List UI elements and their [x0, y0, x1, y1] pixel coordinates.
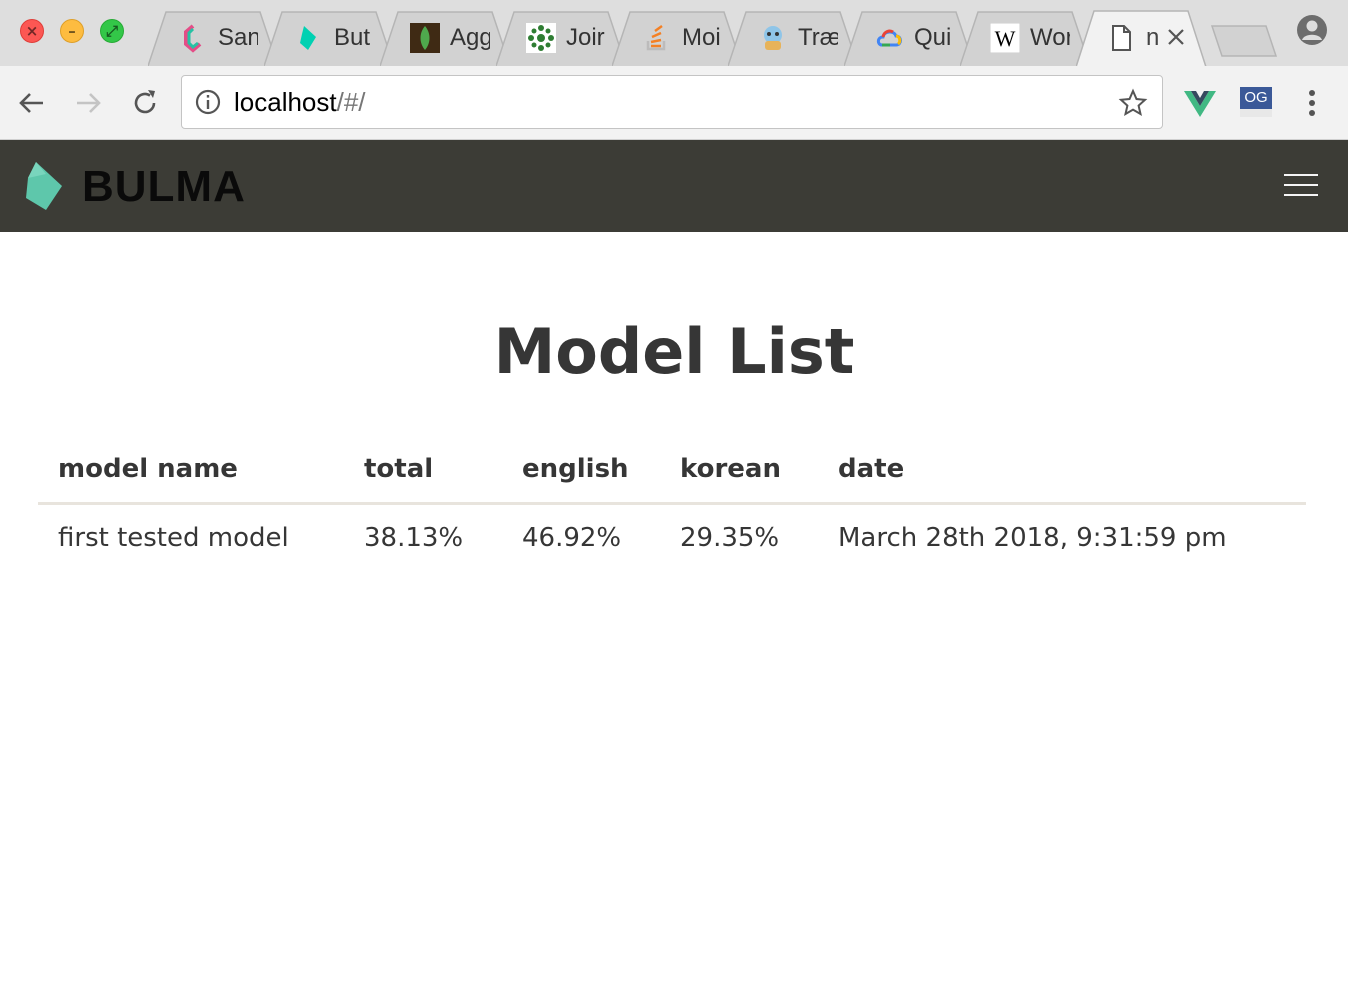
tab-title: San: [218, 24, 258, 51]
new-tab-button[interactable]: [1210, 24, 1280, 58]
close-x-icon: ×: [25, 22, 39, 40]
url-text: localhost/#/: [234, 87, 366, 117]
url-path: /#/: [336, 87, 366, 117]
browser-tab[interactable]: Træ: [728, 10, 858, 66]
browser-tab[interactable]: Agg: [380, 10, 510, 66]
bulma-logo-icon: [26, 162, 62, 210]
stack-overflow-icon: [646, 24, 666, 51]
site-info-icon[interactable]: [194, 88, 222, 116]
tab-title: Wor: [1030, 24, 1070, 51]
brand-logo[interactable]: BULMA: [22, 160, 262, 212]
vue-devtools-icon[interactable]: [1182, 85, 1218, 121]
navbar-burger-menu[interactable]: [1284, 172, 1320, 200]
browser-tab[interactable]: But: [264, 10, 394, 66]
burger-line: [1284, 194, 1318, 196]
network-graph-icon: [526, 23, 556, 53]
url-host: localhost: [234, 87, 337, 117]
browser-tab[interactable]: San: [148, 10, 278, 66]
tab-title: Joir: [566, 24, 605, 51]
traefik-icon: [764, 26, 782, 50]
tab-close-icon[interactable]: [1162, 23, 1190, 51]
browser-tab-active[interactable]: n: [1076, 10, 1207, 68]
sandbox-icon: [184, 24, 202, 53]
browser-tab[interactable]: Joir: [496, 10, 626, 66]
cell-date: March 28th 2018, 9:31:59 pm: [838, 523, 1227, 553]
window-close-button[interactable]: ×: [20, 19, 44, 43]
site-navbar: BULMA: [0, 140, 1348, 232]
address-bar[interactable]: localhost/#/: [181, 75, 1163, 129]
og-extension-label: OG: [1240, 87, 1272, 109]
profile-avatar-icon[interactable]: [1296, 14, 1328, 46]
tab-title: But: [334, 24, 371, 51]
window-maximize-button[interactable]: ⤢: [100, 19, 124, 43]
tab-title: Qui: [914, 24, 952, 51]
bulma-icon: [300, 26, 316, 50]
column-header-korean: korean: [660, 440, 818, 505]
forward-arrow-icon[interactable]: [71, 86, 105, 120]
minimize-icon: –: [68, 22, 76, 40]
burger-line: [1284, 174, 1318, 176]
back-arrow-icon[interactable]: [15, 86, 49, 120]
column-header-english: english: [502, 440, 660, 505]
browser-tab[interactable]: Moi: [612, 10, 742, 66]
browser-tab[interactable]: W Wor: [960, 10, 1090, 66]
column-header-model-name: model name: [38, 440, 344, 505]
svg-text:W: W: [995, 26, 1016, 51]
page-title: Model List: [493, 315, 855, 388]
table-header-row: model name total english korean date: [38, 440, 1306, 505]
tab-title: Træ: [798, 24, 838, 51]
mongodb-icon: [410, 23, 440, 53]
browser-toolbar: localhost/#/ OG: [0, 66, 1348, 140]
maximize-icon: ⤢: [105, 22, 118, 40]
og-extension-icon[interactable]: OG: [1238, 85, 1274, 121]
cell-korean: 29.35%: [680, 523, 780, 553]
tab-title: Agg: [450, 24, 490, 51]
column-header-date: date: [818, 440, 1306, 505]
tab-title: Moi: [682, 24, 721, 51]
burger-line: [1284, 184, 1318, 186]
cell-model-name: first tested model: [58, 523, 289, 553]
tab-strip: × – ⤢ San But Agg Joir Moi Træ Qui W Wor…: [0, 0, 1348, 68]
model-table: model name total english korean date fir…: [38, 440, 1306, 571]
document-icon: [1112, 25, 1131, 51]
cell-english: 46.92%: [522, 523, 622, 553]
cell-total: 38.13%: [364, 523, 464, 553]
column-header-total: total: [344, 440, 502, 505]
reload-icon[interactable]: [128, 86, 162, 120]
table-row: first tested model 38.13% 46.92% 29.35% …: [38, 504, 1306, 572]
browser-menu-icon[interactable]: [1296, 86, 1328, 120]
brand-name: BULMA: [82, 162, 246, 211]
wikipedia-icon: W: [990, 23, 1020, 53]
browser-tab[interactable]: Qui: [844, 10, 974, 66]
og-extension-base: [1240, 109, 1272, 117]
bookmark-star-icon[interactable]: [1118, 88, 1148, 118]
google-cloud-icon: [876, 29, 902, 47]
window-minimize-button[interactable]: –: [60, 19, 84, 43]
